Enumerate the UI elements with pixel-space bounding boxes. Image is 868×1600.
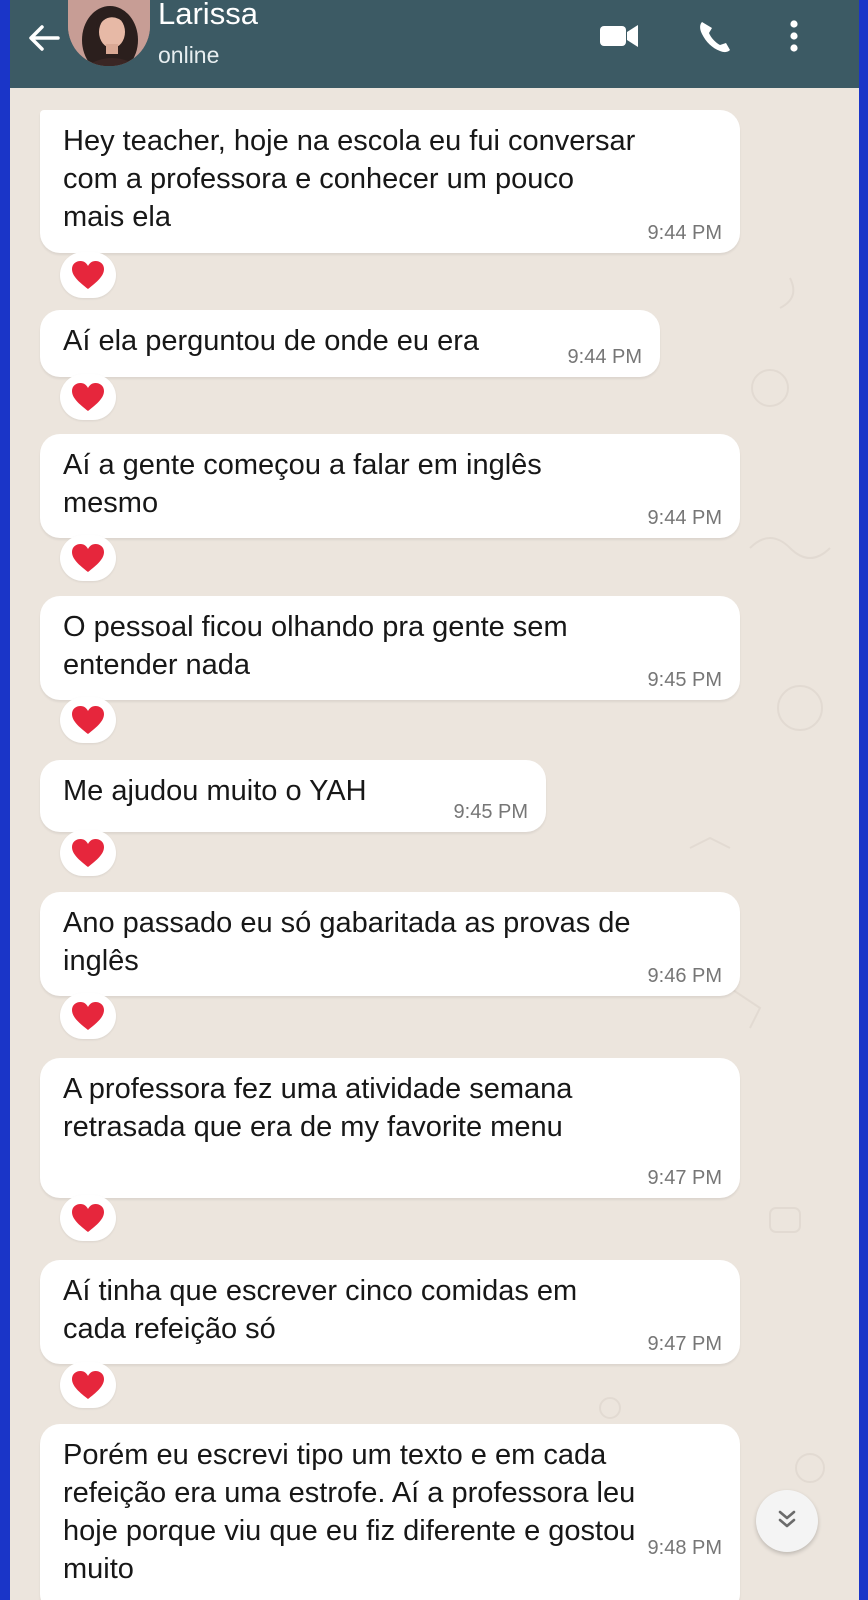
message-time: 9:44 PM <box>567 346 642 368</box>
message-time: 9:44 PM <box>647 507 722 529</box>
message-text: A professora fez uma atividade semana re… <box>63 1073 573 1143</box>
message-time: 9:45 PM <box>647 669 722 691</box>
message-text: O pessoal ficou olhando pra gente sem en… <box>63 611 568 681</box>
heart-reaction-icon[interactable] <box>60 1195 116 1241</box>
message-bubble[interactable]: Aí ela perguntou de onde eu era 9:44 PM <box>40 310 660 377</box>
message-time: 9:48 PM <box>647 1537 722 1559</box>
message-time: 9:47 PM <box>647 1167 722 1189</box>
message-text: Porém eu escrevi tipo um texto e em cada… <box>63 1439 636 1585</box>
message-text: Ano passado eu só gabaritada as provas d… <box>63 907 631 977</box>
double-chevron-down-icon <box>773 1505 801 1538</box>
heart-reaction-icon[interactable] <box>60 374 116 420</box>
heart-reaction-icon[interactable] <box>60 1362 116 1408</box>
message-bubble[interactable]: Aí tinha que escrever cinco comidas em c… <box>40 1260 740 1364</box>
message-bubble[interactable]: Aí a gente começou a falar em inglês mes… <box>40 434 740 538</box>
message-time: 9:44 PM <box>647 222 722 244</box>
heart-reaction-icon[interactable] <box>60 252 116 298</box>
heart-reaction-icon[interactable] <box>60 535 116 581</box>
heart-reaction-icon[interactable] <box>60 993 116 1039</box>
message-text: Aí ela perguntou de onde eu era <box>63 325 479 357</box>
heart-reaction-icon[interactable] <box>60 697 116 743</box>
message-time: 9:45 PM <box>453 801 528 823</box>
message-bubble[interactable]: A professora fez uma atividade semana re… <box>40 1058 740 1198</box>
message-bubble[interactable]: Ano passado eu só gabaritada as provas d… <box>40 892 740 996</box>
heart-reaction-icon[interactable] <box>60 830 116 876</box>
message-bubble[interactable]: Porém eu escrevi tipo um texto e em cada… <box>40 1424 740 1600</box>
message-time: 9:46 PM <box>647 965 722 987</box>
message-text: Me ajudou muito o YAH <box>63 775 367 807</box>
message-text: Aí a gente começou a falar em inglês mes… <box>63 449 542 519</box>
more-options-icon[interactable] <box>774 10 814 60</box>
avatar[interactable] <box>68 0 150 66</box>
message-bubble[interactable]: O pessoal ficou olhando pra gente sem en… <box>40 596 740 700</box>
contact-name[interactable]: Larissa <box>158 0 258 32</box>
chat-header: Larissa online <box>10 0 859 88</box>
message-text: Aí tinha que escrever cinco comidas em c… <box>63 1275 578 1345</box>
contact-status: online <box>158 42 220 68</box>
message-text: Hey teacher, hoje na escola eu fui conve… <box>63 125 636 233</box>
video-call-icon[interactable] <box>594 10 644 60</box>
message-bubble[interactable]: Hey teacher, hoje na escola eu fui conve… <box>40 110 740 253</box>
chat-window: Larissa online Hey teacher, hoje na esco… <box>10 0 859 1600</box>
voice-call-icon[interactable] <box>688 10 738 60</box>
message-bubble[interactable]: Me ajudou muito o YAH 9:45 PM <box>40 760 546 832</box>
message-time: 9:47 PM <box>647 1333 722 1355</box>
scroll-to-bottom-button[interactable] <box>756 1490 818 1552</box>
back-arrow-icon[interactable] <box>24 18 64 58</box>
